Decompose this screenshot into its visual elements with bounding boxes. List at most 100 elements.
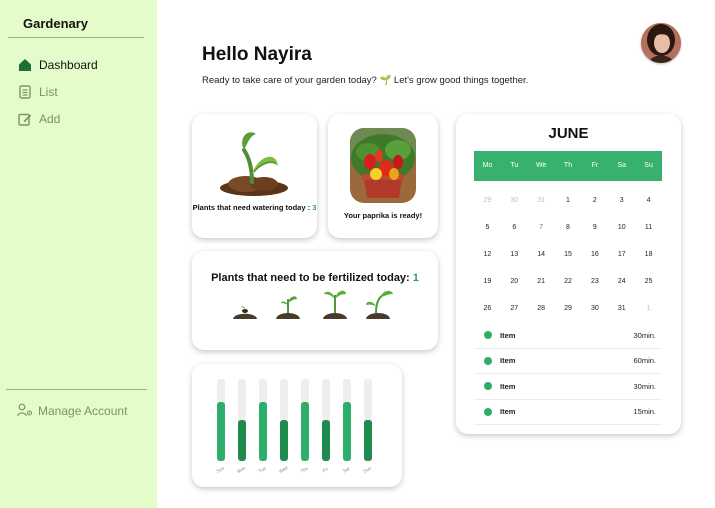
seed-stage-3-icon [323, 290, 347, 319]
fertilize-text: Plants that need to be fertilized today:… [192, 272, 438, 284]
calendar-day[interactable]: 7 [528, 221, 555, 248]
weekday-label: We [535, 162, 547, 169]
weekday-label: Th [563, 162, 573, 169]
calendar-day[interactable]: 9 [581, 221, 608, 248]
calendar-day[interactable]: 23 [581, 275, 608, 302]
calendar-day[interactable]: 11 [635, 221, 662, 248]
paprika-label: Your paprika is ready! [343, 211, 423, 220]
calendar-day[interactable]: 13 [501, 248, 528, 275]
task-name: Item [500, 381, 516, 391]
sidebar-item-label: Add [39, 111, 61, 126]
calendar-day[interactable]: 12 [474, 248, 501, 275]
fertilize-label: Plants that need to be fertilized today: [211, 272, 410, 284]
calendar-day[interactable]: 31 [528, 194, 555, 221]
calendar-day[interactable]: 1 [555, 194, 582, 221]
weekday-label: Fr [591, 162, 599, 169]
sidebar-divider-bottom [6, 389, 147, 390]
sidebar-divider-top [8, 37, 144, 38]
sidebar-nav: Dashboard List Add [17, 51, 98, 132]
calendar-days-grid: 29 30 31 1 2 3 4 5 6 7 8 9 10 11 12 13 14 15 16 17 18 19 20 21 2… [474, 194, 662, 329]
calendar-day[interactable]: 5 [474, 221, 501, 248]
bar-tue-2[interactable] [259, 401, 267, 461]
sprout-soil-icon [220, 132, 288, 196]
task-item[interactable]: Item 60min. [474, 349, 662, 374]
manage-account-button[interactable]: Manage Account [17, 403, 127, 419]
list-icon [17, 84, 33, 100]
calendar-day[interactable]: 4 [635, 194, 662, 221]
bar-fri-5[interactable] [322, 420, 330, 461]
calendar-task-list: Item 30min. Item 60min. Item 30min. Item 15min. [474, 323, 662, 425]
seed-stage-2-icon [276, 296, 300, 319]
bar-sun-7[interactable] [364, 420, 372, 461]
sidebar-item-add[interactable]: Add [17, 105, 98, 132]
sidebar: Gardenary Dashboard List Add Manage Acco… [0, 0, 157, 508]
user-gear-icon [17, 403, 33, 419]
sidebar-item-list[interactable]: List [17, 78, 98, 105]
seed-stage-1-icon [233, 306, 257, 319]
watering-text: Plants that need watering today : 3 [192, 203, 317, 213]
bar-mon-1[interactable] [238, 420, 246, 461]
home-icon [17, 57, 33, 73]
calendar-card: JUNE Mo Tu We Th Fr Sa Su 29 30 31 1 2 3 4 5 6 7 8 9 10 11 1… [456, 114, 681, 434]
page-subtitle: Ready to take care of your garden today?… [202, 75, 529, 86]
page-title: Hello Nayira [202, 44, 312, 65]
sidebar-item-dashboard[interactable]: Dashboard [17, 51, 98, 78]
weekly-chart-card[interactable]: Sun Mon Tue Wed Thu Fri Sat Sun [192, 364, 402, 487]
watering-label: Plants that need watering today : [192, 203, 311, 212]
task-duration: 60min. [633, 356, 656, 366]
paprika-card[interactable]: Your paprika is ready! [328, 114, 438, 238]
bar-thu-4[interactable] [301, 401, 309, 461]
task-duration: 30min. [633, 381, 656, 391]
calendar-month: JUNE [548, 125, 589, 142]
weekday-label: Su [644, 162, 653, 169]
bar-sun-0[interactable] [217, 401, 225, 461]
calendar-day[interactable]: 15 [555, 248, 582, 275]
weekday-label: Tu [510, 162, 519, 169]
calendar-day[interactable]: 19 [474, 275, 501, 302]
calendar-day[interactable]: 16 [581, 248, 608, 275]
calendar-day[interactable]: 6 [501, 221, 528, 248]
bar-tick-label: Sun [363, 465, 373, 474]
task-duration: 15min. [633, 407, 656, 417]
avatar[interactable] [641, 23, 681, 63]
task-status-dot [484, 382, 492, 391]
calendar-day[interactable]: 10 [608, 221, 635, 248]
calendar-day[interactable]: 29 [474, 194, 501, 221]
calendar-day[interactable]: 2 [581, 194, 608, 221]
calendar-day[interactable]: 24 [608, 275, 635, 302]
bar-tick-label: Tue [258, 465, 268, 473]
task-name: Item [500, 356, 516, 366]
task-item[interactable]: Item 15min. [474, 400, 662, 425]
fertilize-card[interactable]: Plants that need to be fertilized today:… [192, 251, 438, 350]
task-duration: 30min. [633, 330, 656, 340]
task-item[interactable]: Item 30min. [474, 323, 662, 349]
calendar-day[interactable]: 21 [528, 275, 555, 302]
calendar-day[interactable]: 3 [608, 194, 635, 221]
bar-tick-label: Thu [300, 465, 310, 473]
weekday-label: Mo [482, 162, 493, 169]
task-status-dot [484, 407, 492, 416]
weekly-bar-chart: Sun Mon Tue Wed Thu Fri Sat Sun [216, 379, 373, 474]
calendar-day[interactable]: 22 [555, 275, 582, 302]
edit-icon [17, 111, 33, 127]
watering-count: 3 [312, 203, 317, 212]
task-status-dot [484, 356, 492, 365]
sidebar-item-label: List [39, 84, 58, 99]
calendar-day[interactable]: 17 [608, 248, 635, 275]
bar-tick-label: Mon [236, 465, 247, 474]
manage-account-label: Manage Account [38, 404, 128, 418]
calendar-day[interactable]: 20 [501, 275, 528, 302]
calendar-day[interactable]: 14 [528, 248, 555, 275]
calendar-day[interactable]: 30 [501, 194, 528, 221]
task-name: Item [500, 407, 516, 417]
bar-wed-3[interactable] [280, 420, 288, 461]
watering-card[interactable]: Plants that need watering today : 3 [192, 114, 317, 238]
bar-sat-6[interactable] [343, 401, 351, 461]
sidebar-item-label: Dashboard [39, 57, 98, 72]
calendar-day[interactable]: 25 [635, 275, 662, 302]
weekday-label: Sa [617, 162, 626, 169]
task-item[interactable]: Item 30min. [474, 374, 662, 400]
seed-stage-4-icon [366, 290, 393, 319]
calendar-day[interactable]: 8 [555, 221, 582, 248]
calendar-day[interactable]: 18 [635, 248, 662, 275]
